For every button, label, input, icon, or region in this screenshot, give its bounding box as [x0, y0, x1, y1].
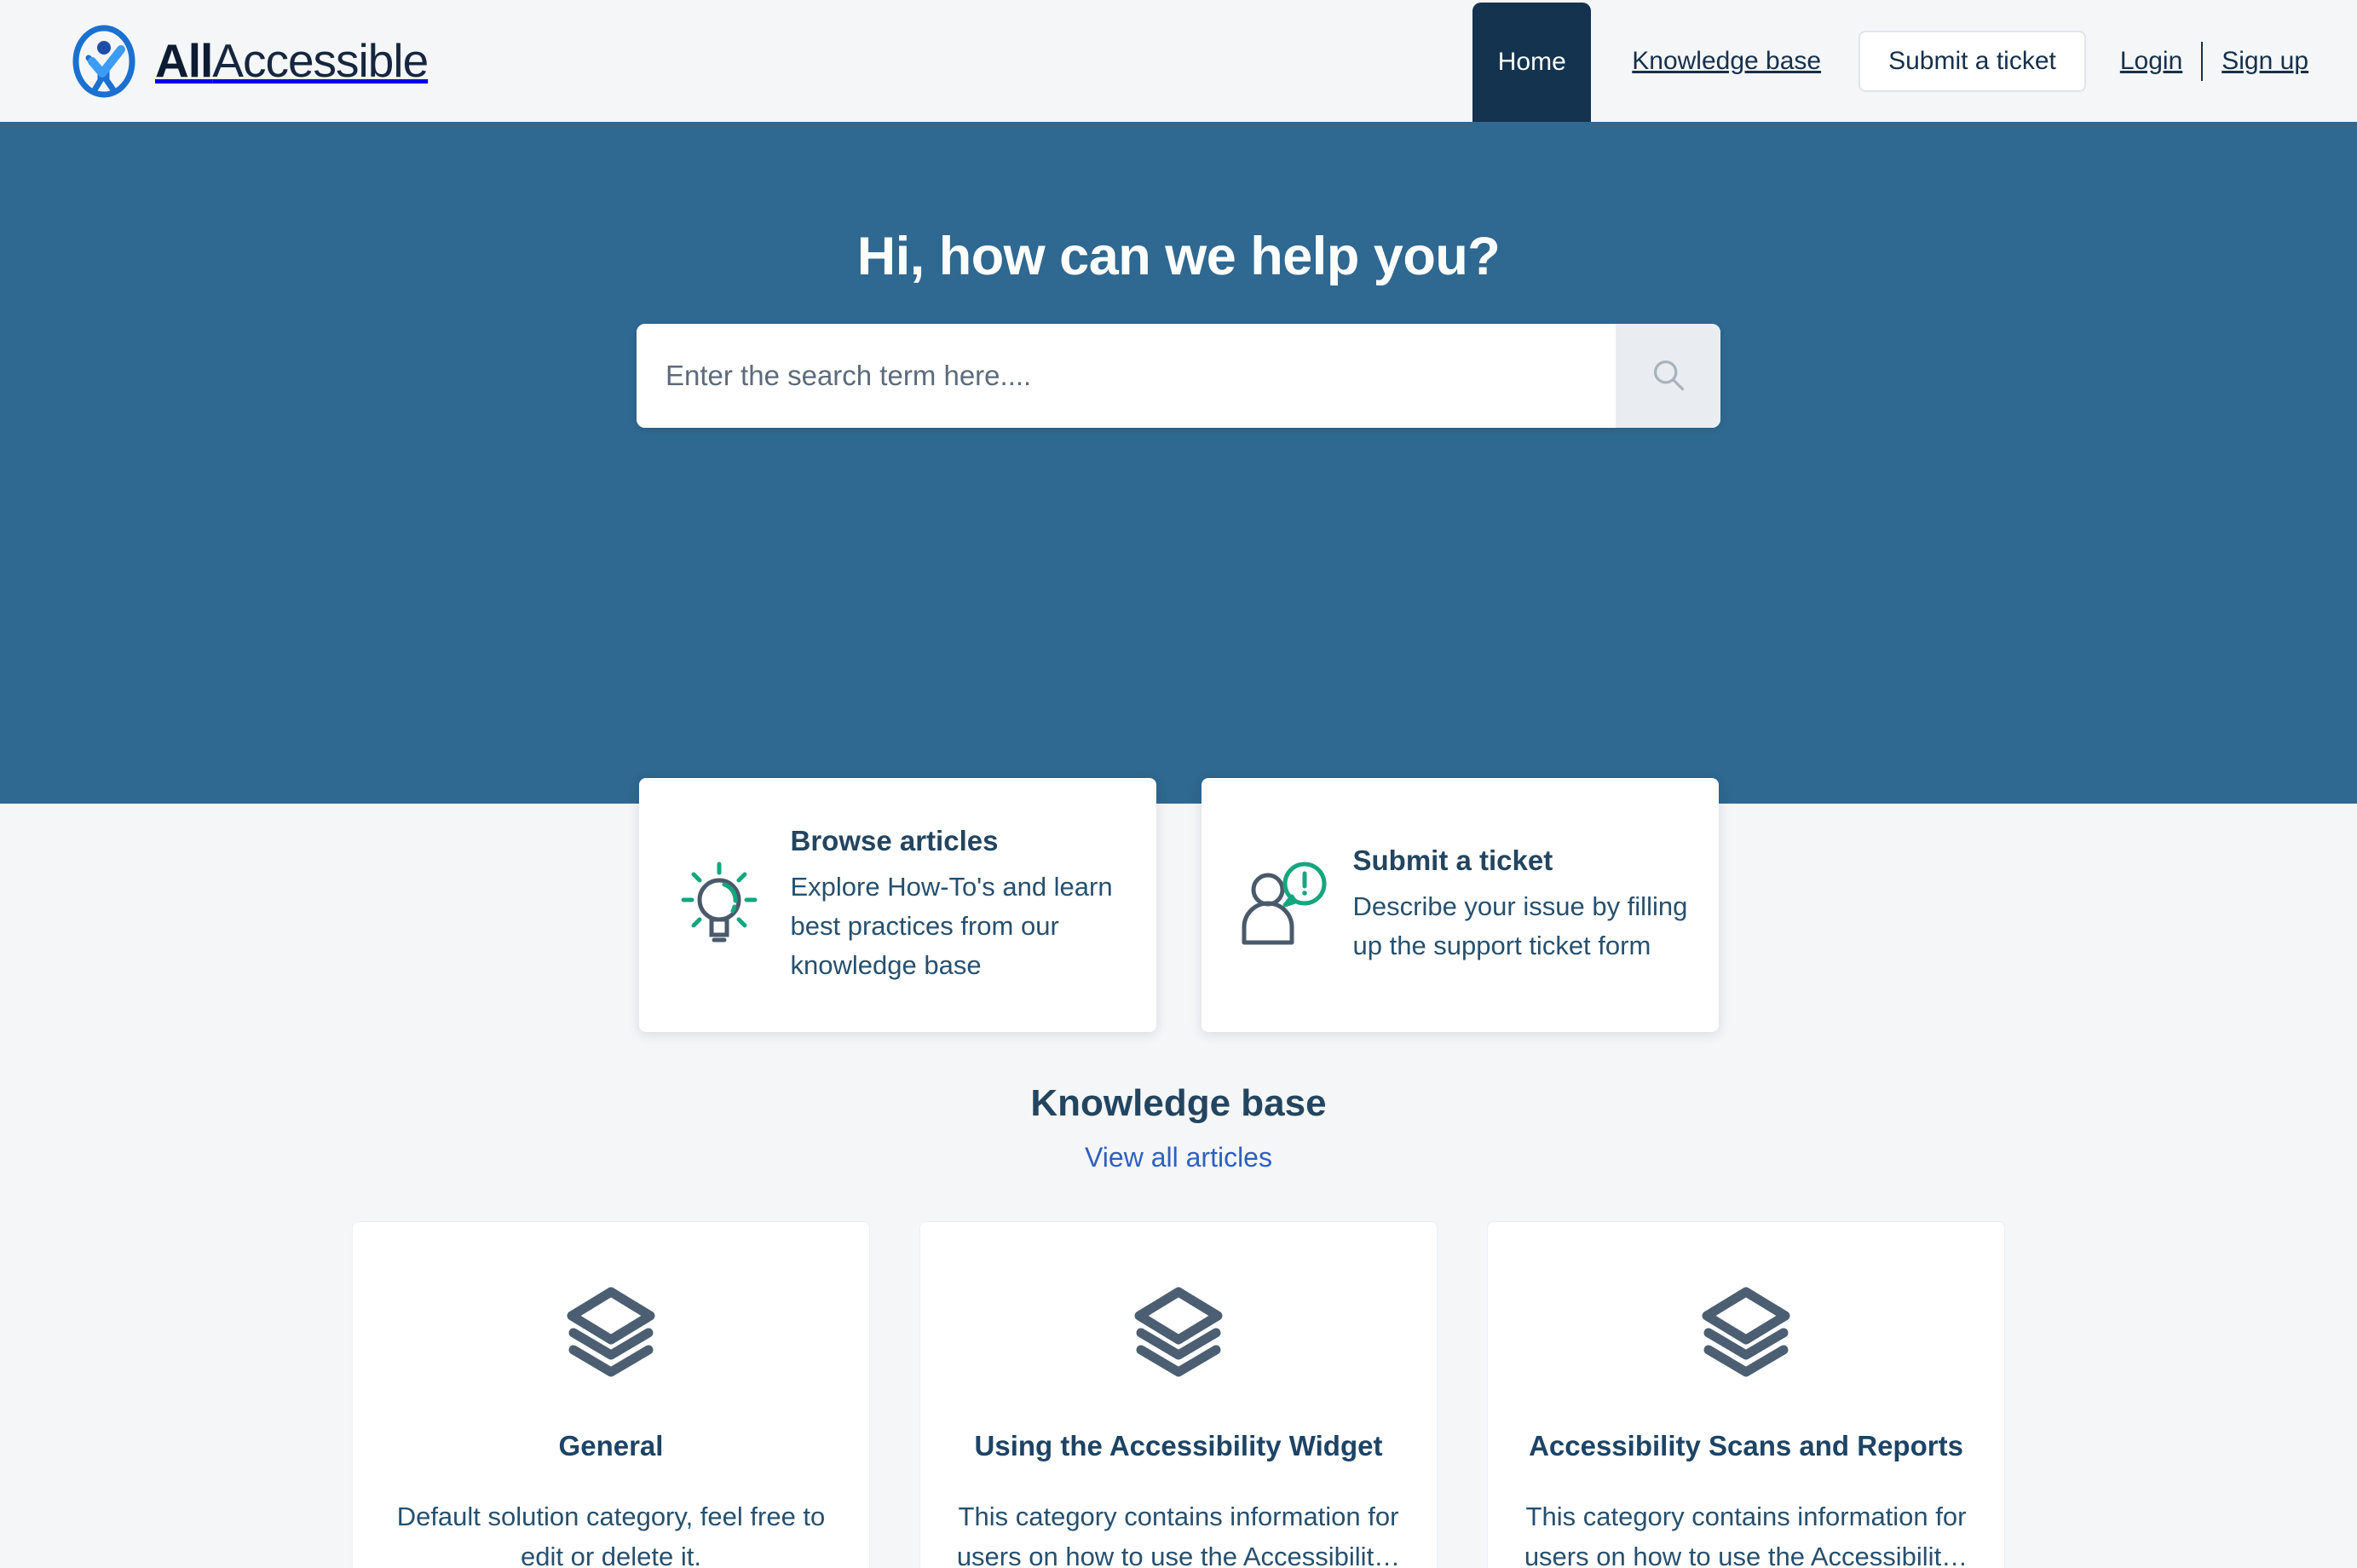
- browse-articles-text: Browse articles Explore How-To's and lea…: [791, 825, 1127, 985]
- layers-icon: [387, 1280, 835, 1382]
- action-cards: Browse articles Explore How-To's and lea…: [0, 778, 2357, 1032]
- layers-icon: [1522, 1280, 1970, 1382]
- knowledge-base-title: Knowledge base: [1030, 1082, 1327, 1124]
- submit-ticket-description: Describe your issue by filling up the su…: [1352, 891, 1688, 960]
- category-name: Using the Accessibility Widget: [974, 1430, 1383, 1461]
- person-alert-icon: [1234, 857, 1329, 953]
- category-card-using-the-accessibility-widget[interactable]: Using the Accessibility Widget This cate…: [919, 1221, 1438, 1568]
- hero-title: Hi, how can we help you?: [856, 227, 1501, 286]
- category-cards: General Default solution category, feel …: [0, 1221, 2357, 1568]
- category-name: Accessibility Scans and Reports: [1529, 1430, 1963, 1461]
- submit-ticket-button[interactable]: Submit a ticket: [1859, 30, 2086, 92]
- auth-divider: [2201, 41, 2204, 81]
- category-description: Default solution category, feel free to …: [396, 1502, 826, 1568]
- nav-item-knowledge-base[interactable]: Knowledge base: [1632, 47, 1821, 76]
- brand-name-bold: All: [155, 34, 213, 87]
- category-card-general[interactable]: General Default solution category, feel …: [352, 1221, 870, 1568]
- search-submit-button[interactable]: [1616, 324, 1720, 428]
- submit-ticket-card[interactable]: Submit a ticket Describe your issue by f…: [1201, 778, 1719, 1032]
- category-card-accessibility-scans-and-reports[interactable]: Accessibility Scans and Reports This cat…: [1487, 1221, 2005, 1568]
- search-icon: [1650, 356, 1687, 396]
- accessibility-person-check-icon: [66, 24, 141, 99]
- site-header: AllAccessible Home Knowledge base Submit…: [0, 0, 2357, 122]
- layers-icon: [954, 1280, 1403, 1382]
- nav-item-home[interactable]: Home: [1472, 3, 1592, 122]
- brand-name-light: Accessible: [212, 34, 429, 87]
- login-link[interactable]: Login: [2120, 47, 2182, 76]
- category-description: This category contains information for u…: [956, 1502, 1401, 1568]
- brand-logo[interactable]: AllAccessible: [66, 24, 429, 99]
- browse-articles-title: Browse articles: [790, 825, 999, 857]
- search-input[interactable]: [637, 324, 1616, 428]
- brand-name: AllAccessible: [155, 34, 429, 87]
- hero-section: Hi, how can we help you? Enter the searc…: [0, 122, 2357, 1032]
- submit-ticket-title: Submit a ticket: [1352, 845, 1553, 877]
- auth-links: Login Sign up: [2120, 41, 2308, 81]
- view-all-articles-link[interactable]: View all articles: [1085, 1142, 1272, 1173]
- browse-articles-card[interactable]: Browse articles Explore How-To's and lea…: [638, 778, 1156, 1032]
- submit-ticket-text: Submit a ticket Describe your issue by f…: [1353, 845, 1690, 966]
- category-name: General: [558, 1430, 664, 1461]
- search-bar: [637, 324, 1720, 428]
- main-navigation: Home Knowledge base Submit a ticket Logi…: [1472, 0, 2357, 122]
- browse-articles-description: Explore How-To's and learn best practice…: [790, 872, 1113, 980]
- category-description: This category contains information for u…: [1524, 1502, 1968, 1568]
- signup-link[interactable]: Sign up: [2222, 47, 2308, 76]
- lightbulb-icon: [671, 857, 767, 953]
